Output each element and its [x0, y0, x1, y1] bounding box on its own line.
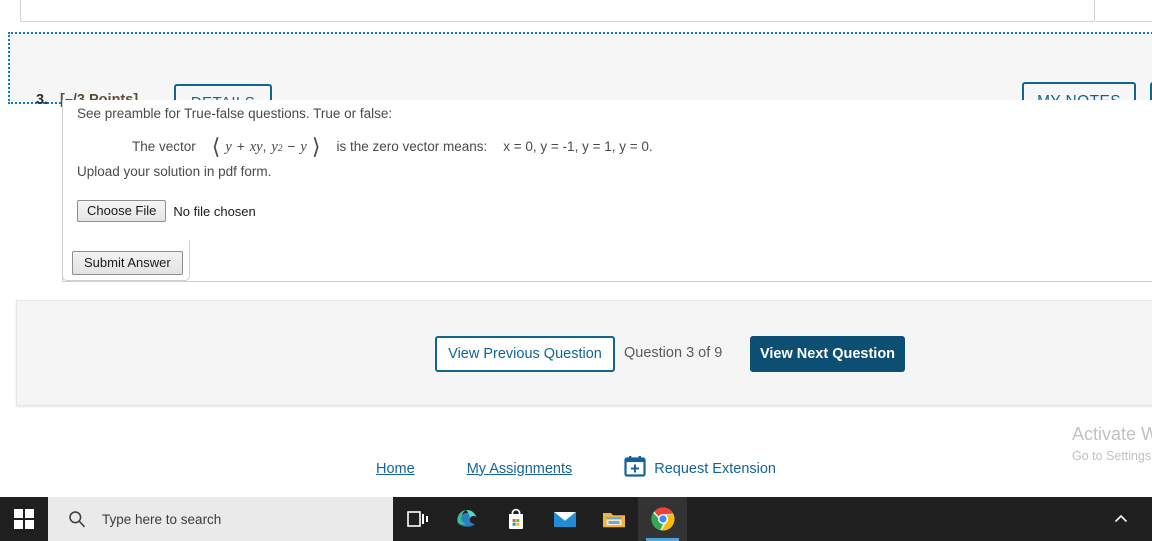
choose-file-button[interactable]: Choose File: [77, 200, 167, 222]
search-icon: [68, 510, 86, 528]
view-next-question-button[interactable]: View Next Question: [750, 336, 905, 372]
math-comma: ,: [262, 139, 267, 154]
microsoft-store-icon[interactable]: [491, 497, 540, 541]
file-status-label: No file chosen: [173, 203, 256, 219]
math-term-2: xy: [249, 139, 263, 155]
request-extension-link[interactable]: Request Extension: [624, 455, 776, 482]
view-previous-question-button[interactable]: View Previous Question: [435, 336, 615, 372]
task-view-icon[interactable]: [393, 497, 442, 541]
windows-logo-glyph: [13, 508, 35, 530]
upload-instruction-text: Upload your solution in pdf form.: [77, 164, 272, 179]
chevron-up-icon[interactable]: [1106, 497, 1136, 541]
question-header-bar: 3. [–/3 Points] DETAILS MY NOTES PRACTIC…: [8, 32, 1152, 122]
browser-viewport: justification receives no credit. 3. [–/…: [0, 0, 1152, 541]
windows-start-icon[interactable]: [0, 497, 48, 541]
preamble-side-box: [1096, 0, 1152, 22]
math-term-4: y: [300, 139, 307, 155]
footer-home-link[interactable]: Home: [376, 461, 415, 477]
search-placeholder-text: Type here to search: [102, 511, 222, 527]
math-op-2: −: [287, 139, 296, 154]
question-counter-label: Question 3 of 9: [624, 345, 723, 361]
question-body-panel: [62, 100, 1152, 282]
taskbar-icons: [393, 497, 687, 541]
calendar-plus-icon: [624, 455, 646, 482]
math-close-paren: ⟩: [311, 134, 321, 159]
chrome-browser-icon[interactable]: [638, 497, 687, 541]
preamble-box: [20, 0, 1095, 22]
question-number: 3.: [36, 92, 49, 108]
math-tail-text: is the zero vector means:: [336, 139, 488, 154]
math-lead: The vector: [132, 139, 196, 154]
question-prompt-text: See preamble for True-false questions. T…: [77, 106, 393, 121]
search-input[interactable]: Type here to search: [48, 497, 393, 541]
math-values: x = 0, y = -1, y = 1, y = 0.: [503, 139, 653, 154]
math-open-paren: ⟨: [211, 134, 221, 159]
windows-taskbar: Type here to search: [0, 497, 1152, 541]
mail-icon[interactable]: [540, 497, 589, 541]
math-op-1: +: [236, 139, 245, 154]
watermark-title: Activate Windows: [1072, 424, 1152, 444]
file-explorer-icon[interactable]: [589, 497, 638, 541]
file-upload-row: Choose File No file chosen: [77, 200, 256, 222]
submit-answer-button[interactable]: Submit Answer: [72, 251, 183, 275]
watermark-subtitle: Go to Settings to activate Windows.: [1072, 449, 1152, 463]
footer-my-assignments-link[interactable]: My Assignments: [467, 461, 573, 477]
math-exponent: 2: [277, 144, 283, 154]
activate-windows-watermark: Activate Windows Go to Settings to activ…: [1072, 424, 1152, 463]
footer-links: Home My Assignments Request Extension: [0, 455, 1152, 482]
math-statement: The vector ⟨ y + xy , y2 − y ⟩ is the ze…: [132, 131, 653, 159]
edge-browser-icon[interactable]: [442, 497, 491, 541]
math-term-1: y: [225, 139, 232, 155]
request-extension-label: Request Extension: [654, 460, 776, 477]
